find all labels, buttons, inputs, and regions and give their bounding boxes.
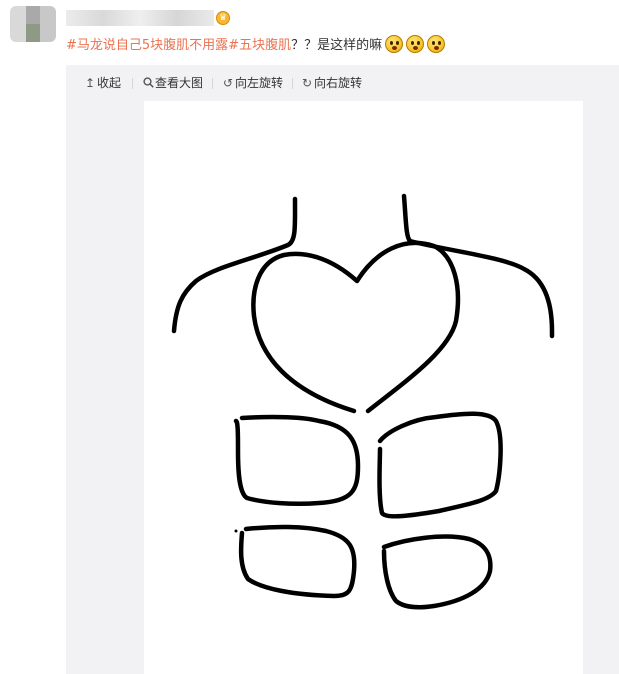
rotate-left-icon: ↺ [222,76,234,90]
toolbar-divider [132,78,133,89]
ab-block-upper-right [377,411,503,519]
doge-emoji-icon [385,35,404,53]
vip-crown-icon: ♛ [216,11,230,25]
post-text: #马龙说自己5块腹肌不用露#五块腹肌？？是这样的嘛 [66,35,446,57]
search-icon [142,73,154,93]
media-toolbar: ↥ 收起 查看大图 ↺ 向左旋转 ↻ 向右旋转 [66,65,619,101]
view-large-label: 查看大图 [155,76,204,90]
view-large-button[interactable]: 查看大图 [142,73,203,93]
rotate-right-label: 向右旋转 [314,76,363,90]
weibo-post: ♛ #马龙说自己5块腹肌不用露#五块腹肌？？是这样的嘛 ↥ 收起 查看大图 ↺ 向左… [0,0,619,674]
avatar[interactable] [10,6,56,42]
doodle-image [171,193,555,610]
rotate-right-button[interactable]: ↻ 向右旋转 [301,73,362,93]
heart-outline [251,240,461,414]
post-body-text: ？？是这样的嘛 [291,38,383,53]
rotate-right-icon: ↻ [301,76,313,90]
ink-dot [234,529,238,533]
topic-link-2[interactable]: 五块腹肌 [239,38,291,53]
rotate-left-button[interactable]: ↺ 向左旋转 [222,73,283,93]
post-image[interactable] [144,101,583,674]
toolbar-divider [212,78,213,89]
ab-block-lower-left [238,524,357,599]
collapse-icon: ↥ [84,76,96,90]
ab-block-lower-right [381,534,493,610]
collapse-button[interactable]: ↥ 收起 [84,73,121,93]
expanded-media-panel: ↥ 收起 查看大图 ↺ 向左旋转 ↻ 向右旋转 [66,65,619,674]
topic-link[interactable]: #马龙说自己5块腹肌不用露# [66,38,239,53]
right-shoulder-line [401,193,555,339]
left-shoulder-line [171,196,298,334]
rotate-left-label: 向左旋转 [235,76,284,90]
user-name-blurred[interactable] [66,10,214,26]
doge-emoji-icon [427,35,446,53]
doge-emoji-icon [406,35,425,53]
ab-block-upper-left [233,414,361,507]
toolbar-divider [292,78,293,89]
collapse-label: 收起 [97,76,122,90]
